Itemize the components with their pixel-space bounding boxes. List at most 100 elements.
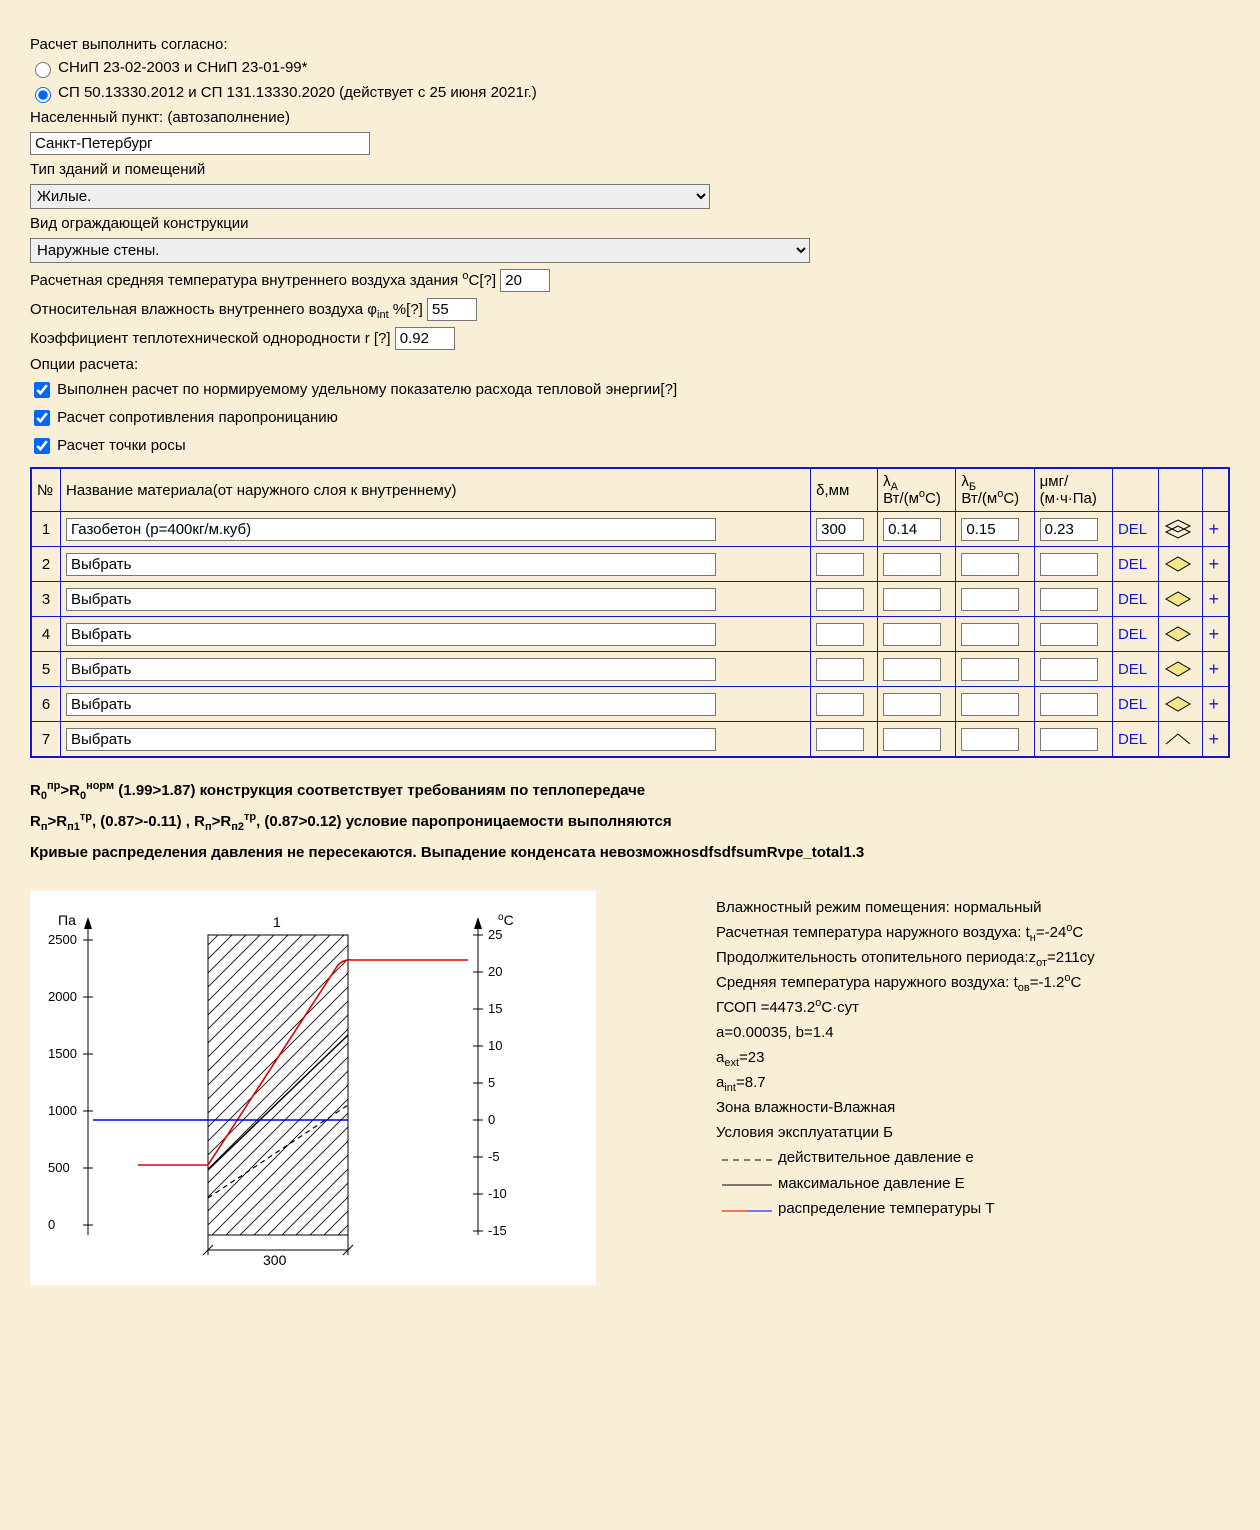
lambda-b-input[interactable] bbox=[961, 553, 1019, 576]
add-button[interactable]: + bbox=[1208, 659, 1220, 680]
opt1-checkbox[interactable] bbox=[34, 382, 50, 398]
mu-input[interactable] bbox=[1040, 518, 1098, 541]
envelope-select[interactable]: Наружные стены. bbox=[30, 238, 810, 263]
humidity-help-link[interactable]: ? bbox=[410, 301, 418, 318]
info-conditions: Условия эксплуататции Б bbox=[716, 1124, 1095, 1141]
material-name-input[interactable] bbox=[66, 623, 716, 646]
city-input[interactable] bbox=[30, 132, 370, 155]
table-row: 3 DEL + bbox=[31, 582, 1229, 617]
mu-input[interactable] bbox=[1040, 553, 1098, 576]
opt2-checkbox[interactable] bbox=[34, 410, 50, 426]
opt3-checkbox[interactable] bbox=[34, 438, 50, 454]
add-button[interactable]: + bbox=[1208, 729, 1220, 750]
opt2-label[interactable]: Расчет сопротивления паропроницанию bbox=[30, 409, 338, 426]
chart: Па 25002000150010005000 oС 2520151050-5-… bbox=[30, 891, 596, 1285]
lambda-b-input[interactable] bbox=[961, 588, 1019, 611]
radio-snip[interactable] bbox=[35, 62, 51, 78]
radio-sp-label[interactable]: СП 50.13330.2012 и СП 131.13330.2020 (де… bbox=[30, 84, 537, 101]
layer-icon[interactable] bbox=[1158, 652, 1202, 687]
delete-button[interactable]: DEL bbox=[1118, 591, 1147, 608]
svg-text:0: 0 bbox=[488, 1112, 495, 1127]
delete-button[interactable]: DEL bbox=[1118, 661, 1147, 678]
city-label: Населенный пункт: (автозаполнение) bbox=[30, 109, 1230, 126]
info-ab: a=0.00035, b=1.4 bbox=[716, 1024, 1095, 1041]
info-zone: Зона влажности-Влажная bbox=[716, 1099, 1095, 1116]
opt3-label[interactable]: Расчет точки росы bbox=[30, 437, 186, 454]
thickness-input[interactable] bbox=[816, 553, 864, 576]
building-type-select[interactable]: Жилые. bbox=[30, 184, 710, 209]
radio-sp[interactable] bbox=[35, 87, 51, 103]
lambda-a-input[interactable] bbox=[883, 518, 941, 541]
info-humidity-mode: Влажностный режим помещения: нормальный bbox=[716, 899, 1095, 916]
add-button[interactable]: + bbox=[1208, 694, 1220, 715]
lambda-b-input[interactable] bbox=[961, 693, 1019, 716]
material-name-input[interactable] bbox=[66, 588, 716, 611]
thickness-input[interactable] bbox=[816, 623, 864, 646]
mu-input[interactable] bbox=[1040, 658, 1098, 681]
opt1-label[interactable]: Выполнен расчет по нормируемому удельном… bbox=[30, 381, 677, 398]
info-heating-period: Продолжительность отопительного периода:… bbox=[716, 949, 1095, 966]
lambda-a-input[interactable] bbox=[883, 553, 941, 576]
legend-E: максимальное давление E bbox=[716, 1175, 1095, 1193]
material-name-input[interactable] bbox=[66, 693, 716, 716]
lambda-a-input[interactable] bbox=[883, 623, 941, 646]
row-number: 3 bbox=[31, 582, 61, 617]
opt1-help-link[interactable]: ? bbox=[665, 381, 673, 398]
info-gsop: ГСОП =4473.2oС·сут bbox=[716, 999, 1095, 1016]
delete-button[interactable]: DEL bbox=[1118, 696, 1147, 713]
material-name-input[interactable] bbox=[66, 728, 716, 751]
thickness-input[interactable] bbox=[816, 728, 864, 751]
delete-button[interactable]: DEL bbox=[1118, 521, 1147, 538]
mu-input[interactable] bbox=[1040, 623, 1098, 646]
delete-button[interactable]: DEL bbox=[1118, 731, 1147, 748]
lambda-a-input[interactable] bbox=[883, 728, 941, 751]
layer-icon[interactable] bbox=[1158, 547, 1202, 582]
delete-button[interactable]: DEL bbox=[1118, 556, 1147, 573]
svg-text:2000: 2000 bbox=[48, 989, 77, 1004]
temp-input[interactable] bbox=[500, 269, 550, 292]
materials-table: № Название материала(от наружного слоя к… bbox=[30, 467, 1230, 758]
temp-help-link[interactable]: ? bbox=[484, 272, 492, 289]
layer-icon[interactable] bbox=[1158, 687, 1202, 722]
svg-text:25: 25 bbox=[488, 927, 502, 942]
thickness-input[interactable] bbox=[816, 588, 864, 611]
add-button[interactable]: + bbox=[1208, 519, 1220, 540]
add-button[interactable]: + bbox=[1208, 589, 1220, 610]
info-aint: aint=8.7 bbox=[716, 1074, 1095, 1091]
r-input[interactable] bbox=[395, 327, 455, 350]
lambda-b-input[interactable] bbox=[961, 658, 1019, 681]
thickness-input[interactable] bbox=[816, 658, 864, 681]
result-vapor: Rп>Rп1тр, (0.87>-0.11) , Rп>Rп2тр, (0.87… bbox=[30, 813, 1230, 830]
mu-input[interactable] bbox=[1040, 693, 1098, 716]
thickness-input[interactable] bbox=[816, 518, 864, 541]
layer-icon[interactable] bbox=[1158, 722, 1202, 758]
add-button[interactable]: + bbox=[1208, 554, 1220, 575]
mu-input[interactable] bbox=[1040, 588, 1098, 611]
humidity-input[interactable] bbox=[427, 298, 477, 321]
material-name-input[interactable] bbox=[66, 518, 716, 541]
lambda-b-input[interactable] bbox=[961, 623, 1019, 646]
row-number: 5 bbox=[31, 652, 61, 687]
lambda-b-input[interactable] bbox=[961, 518, 1019, 541]
header-label: Расчет выполнить согласно: bbox=[30, 36, 1230, 53]
layer-icon[interactable] bbox=[1158, 582, 1202, 617]
radio-snip-label[interactable]: СНиП 23-02-2003 и СНиП 23-01-99* bbox=[30, 59, 307, 76]
layer-icon[interactable] bbox=[1158, 512, 1202, 547]
delete-button[interactable]: DEL bbox=[1118, 626, 1147, 643]
lambda-a-input[interactable] bbox=[883, 693, 941, 716]
mu-input[interactable] bbox=[1040, 728, 1098, 751]
row-number: 4 bbox=[31, 617, 61, 652]
svg-text:Па: Па bbox=[58, 912, 76, 928]
lambda-b-input[interactable] bbox=[961, 728, 1019, 751]
table-row: 2DEL+ bbox=[31, 547, 1229, 582]
info-outdoor-temp: Расчетная температура наружного воздуха:… bbox=[716, 924, 1095, 941]
lambda-a-input[interactable] bbox=[883, 658, 941, 681]
r-label: Коэффициент теплотехнической однородност… bbox=[30, 330, 391, 347]
material-name-input[interactable] bbox=[66, 658, 716, 681]
thickness-input[interactable] bbox=[816, 693, 864, 716]
add-button[interactable]: + bbox=[1208, 624, 1220, 645]
svg-text:-15: -15 bbox=[488, 1223, 507, 1238]
material-name-input[interactable] bbox=[66, 553, 716, 576]
lambda-a-input[interactable] bbox=[883, 588, 941, 611]
layer-icon[interactable] bbox=[1158, 617, 1202, 652]
